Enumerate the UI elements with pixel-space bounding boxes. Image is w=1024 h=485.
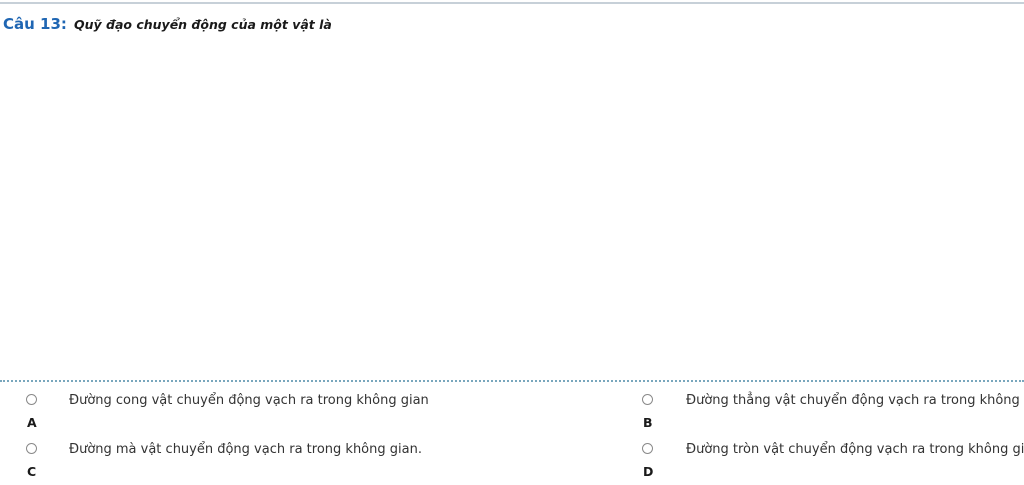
answer-text-a: Đường cong vật chuyển động vạch ra trong… bbox=[69, 393, 429, 408]
radio-button-a[interactable] bbox=[26, 394, 37, 405]
question-text: Quỹ đạo chuyển động của một vật là bbox=[74, 17, 332, 32]
answer-letter-b: B bbox=[643, 415, 653, 429]
radio-button-b[interactable] bbox=[642, 394, 653, 405]
answer-letter-a: A bbox=[27, 415, 37, 430]
answer-letter-d: D bbox=[643, 464, 654, 478]
question-header: Câu 13: Quỹ đạo chuyển động của một vật … bbox=[3, 14, 332, 33]
answer-option-d[interactable]: D Đường tròn vật chuyển động vạch ra tro… bbox=[600, 433, 1024, 478]
top-divider bbox=[0, 2, 1024, 4]
answers-divider bbox=[0, 380, 1024, 382]
answer-options: A Đường cong vật chuyển động vạch ra tro… bbox=[0, 384, 1024, 485]
answer-option-c[interactable]: C Đường mà vật chuyển động vạch ra trong… bbox=[0, 433, 600, 479]
radio-button-d[interactable] bbox=[642, 443, 653, 454]
quiz-page: Câu 13: Quỹ đạo chuyển động của một vật … bbox=[0, 0, 1024, 485]
answer-option-b[interactable]: B Đường thẳng vật chuyển động vạch ra tr… bbox=[600, 384, 1024, 429]
answer-text-b: Đường thẳng vật chuyển động vạch ra tron… bbox=[686, 393, 1024, 408]
radio-button-c[interactable] bbox=[26, 443, 37, 454]
answer-option-a[interactable]: A Đường cong vật chuyển động vạch ra tro… bbox=[0, 384, 600, 430]
question-number: Câu 13: bbox=[3, 15, 67, 33]
answer-text-c: Đường mà vật chuyển động vạch ra trong k… bbox=[69, 442, 422, 457]
answer-text-d: Đường tròn vật chuyển động vạch ra trong… bbox=[686, 442, 1024, 457]
answer-letter-c: C bbox=[27, 464, 37, 479]
